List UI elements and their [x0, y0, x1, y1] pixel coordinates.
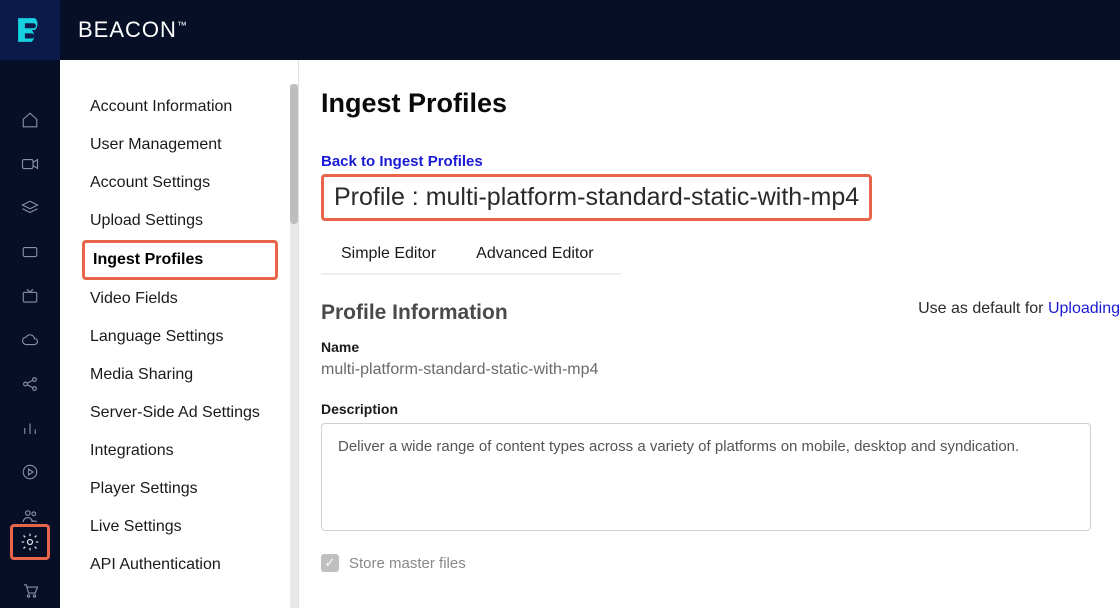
- settings-icon[interactable]: [10, 524, 50, 560]
- settings-sidebar: Account Information User Management Acco…: [60, 60, 299, 608]
- description-label: Description: [321, 401, 1120, 417]
- sidebar-item-live-settings[interactable]: Live Settings: [60, 508, 298, 546]
- icon-rail: [0, 60, 60, 608]
- users-icon[interactable]: [20, 506, 40, 526]
- description-textarea[interactable]: [321, 423, 1091, 531]
- sidebar-item-ingest-profiles[interactable]: Ingest Profiles: [82, 240, 278, 280]
- name-value: multi-platform-standard-static-with-mp4: [321, 361, 1120, 379]
- profile-heading-box: Profile : multi-platform-standard-static…: [321, 174, 872, 221]
- sidebar-item-media-sharing[interactable]: Media Sharing: [60, 356, 298, 394]
- sidebar-scrollbar[interactable]: [290, 84, 298, 608]
- sidebar-item-player-settings[interactable]: Player Settings: [60, 470, 298, 508]
- play-circle-icon[interactable]: [20, 462, 40, 482]
- app-header: BEACON™: [0, 0, 1120, 60]
- sidebar-item-server-side-ad-settings[interactable]: Server-Side Ad Settings: [60, 394, 298, 432]
- sidebar-item-video-fields[interactable]: Video Fields: [60, 280, 298, 318]
- tv-icon[interactable]: [20, 286, 40, 306]
- sidebar-item-user-management[interactable]: User Management: [60, 126, 298, 164]
- editor-tabs: Simple Editor Advanced Editor: [321, 239, 621, 275]
- cloud-icon[interactable]: [20, 330, 40, 350]
- store-master-checkbox[interactable]: ✓: [321, 554, 339, 572]
- use-as-default-label: Use as default for: [918, 300, 1048, 317]
- layers-icon[interactable]: [20, 198, 40, 218]
- sidebar-item-api-authentication[interactable]: API Authentication: [60, 546, 298, 584]
- back-to-profiles-link[interactable]: Back to Ingest Profiles: [321, 153, 1120, 170]
- home-icon[interactable]: [20, 110, 40, 130]
- sidebar-item-account-information[interactable]: Account Information: [60, 88, 298, 126]
- content-area: Ingest Profiles Back to Ingest Profiles …: [299, 60, 1120, 608]
- profile-heading: Profile : multi-platform-standard-static…: [334, 183, 859, 211]
- page-title: Ingest Profiles: [321, 88, 1120, 119]
- sidebar-item-language-settings[interactable]: Language Settings: [60, 318, 298, 356]
- beacon-logo-icon: [13, 13, 47, 47]
- analytics-icon[interactable]: [20, 418, 40, 438]
- logo-box: [0, 0, 60, 60]
- share-icon[interactable]: [20, 374, 40, 394]
- tab-advanced-editor[interactable]: Advanced Editor: [476, 239, 593, 273]
- tab-simple-editor[interactable]: Simple Editor: [341, 239, 436, 273]
- brand-name: BEACON™: [78, 17, 188, 43]
- card-icon[interactable]: [20, 242, 40, 262]
- uploading-link[interactable]: Uploading: [1048, 300, 1120, 317]
- store-master-row: ✓ Store master files: [321, 554, 1120, 572]
- sidebar-item-upload-settings[interactable]: Upload Settings: [60, 202, 298, 240]
- cart-icon[interactable]: [20, 580, 40, 600]
- sidebar-item-account-settings[interactable]: Account Settings: [60, 164, 298, 202]
- store-master-label: Store master files: [349, 555, 466, 572]
- video-icon[interactable]: [20, 154, 40, 174]
- use-as-default-row: Use as default for Uploading: [918, 300, 1120, 318]
- name-label: Name: [321, 339, 1120, 355]
- sidebar-item-integrations[interactable]: Integrations: [60, 432, 298, 470]
